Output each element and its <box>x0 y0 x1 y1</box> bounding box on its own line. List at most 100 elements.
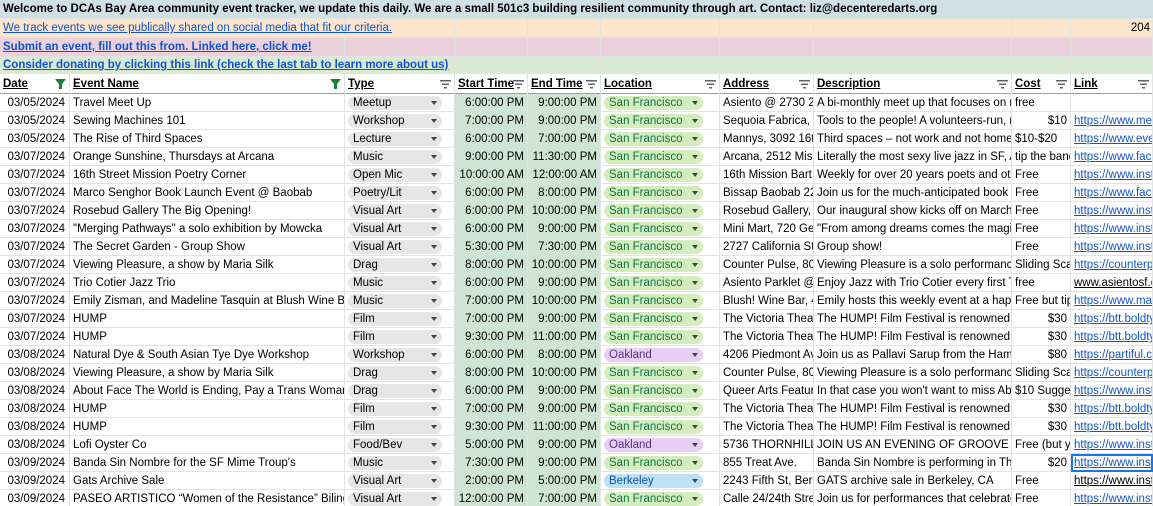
header-cost[interactable]: Cost <box>1012 74 1071 94</box>
event-link[interactable]: https://www.instagram.com <box>1074 241 1152 253</box>
cell-type[interactable]: Drag <box>345 256 455 274</box>
type-dropdown-chip[interactable]: Food/Bev <box>348 438 442 452</box>
chevron-down-icon[interactable] <box>431 299 437 303</box>
location-dropdown-chip[interactable]: San Francisco <box>604 150 703 164</box>
chevron-down-icon[interactable] <box>692 245 698 249</box>
cell-type[interactable]: Food/Bev <box>345 436 455 454</box>
cell-location[interactable]: San Francisco <box>601 454 720 472</box>
location-dropdown-chip[interactable]: San Francisco <box>604 420 703 434</box>
location-dropdown-chip[interactable]: San Francisco <box>604 384 703 398</box>
event-link[interactable]: https://www.facebook.com <box>1074 187 1152 199</box>
type-dropdown-chip[interactable]: Workshop <box>348 114 442 128</box>
type-dropdown-chip[interactable]: Drag <box>348 366 442 380</box>
cell-location[interactable]: San Francisco <box>601 220 720 238</box>
filter-icon[interactable] <box>1138 79 1149 89</box>
chevron-down-icon[interactable] <box>692 371 698 375</box>
type-dropdown-chip[interactable]: Visual Art <box>348 240 442 254</box>
type-dropdown-chip[interactable]: Lecture <box>348 132 442 146</box>
header-location[interactable]: Location <box>601 74 720 94</box>
type-dropdown-chip[interactable]: Open Mic <box>348 168 442 182</box>
event-link[interactable]: https://www.instagram.com <box>1074 475 1152 487</box>
cell-type[interactable]: Visual Art <box>345 220 455 238</box>
chevron-down-icon[interactable] <box>692 317 698 321</box>
chevron-down-icon[interactable] <box>431 479 437 483</box>
event-link[interactable]: https://btt.boldtype.com <box>1074 331 1152 343</box>
cell-link[interactable]: https://www.instagram.com <box>1071 490 1153 506</box>
event-link[interactable]: https://btt.boldtype.com <box>1074 313 1152 325</box>
type-dropdown-chip[interactable]: Drag <box>348 258 442 272</box>
chevron-down-icon[interactable] <box>431 317 437 321</box>
type-dropdown-chip[interactable]: Drag <box>348 384 442 398</box>
cell-location[interactable]: Oakland <box>601 436 720 454</box>
chevron-down-icon[interactable] <box>431 407 437 411</box>
event-link[interactable]: https://partiful.com <box>1074 349 1152 361</box>
cell-link[interactable]: https://www.instagram.com <box>1071 436 1153 454</box>
header-end-time[interactable]: End Time <box>528 74 601 94</box>
cell-location[interactable]: San Francisco <box>601 274 720 292</box>
location-dropdown-chip[interactable]: Oakland <box>604 348 703 362</box>
type-dropdown-chip[interactable]: Visual Art <box>348 474 442 488</box>
cell-location[interactable]: San Francisco <box>601 418 720 436</box>
cell-type[interactable]: Music <box>345 148 455 166</box>
cell-location[interactable]: Oakland <box>601 346 720 364</box>
chevron-down-icon[interactable] <box>431 461 437 465</box>
cell-type[interactable]: Film <box>345 418 455 436</box>
chevron-down-icon[interactable] <box>692 101 698 105</box>
type-dropdown-chip[interactable]: Film <box>348 420 442 434</box>
event-link[interactable]: https://www.instagram.com <box>1074 385 1152 397</box>
chevron-down-icon[interactable] <box>692 137 698 141</box>
location-dropdown-chip[interactable]: San Francisco <box>604 492 703 506</box>
cell-type[interactable]: Meetup <box>345 94 455 112</box>
location-dropdown-chip[interactable]: Oakland <box>604 438 703 452</box>
header-start-time[interactable]: Start Time <box>455 74 528 94</box>
cell-location[interactable]: San Francisco <box>601 94 720 112</box>
event-link[interactable]: https://www.facebook.com <box>1074 151 1152 163</box>
cell-link[interactable]: https://www.meetup.com <box>1071 112 1153 130</box>
type-dropdown-chip[interactable]: Music <box>348 150 442 164</box>
chevron-down-icon[interactable] <box>692 497 698 501</box>
cell-type[interactable]: Visual Art <box>345 238 455 256</box>
cell-link[interactable]: https://www.instagram.com <box>1071 202 1153 220</box>
chevron-down-icon[interactable] <box>431 371 437 375</box>
cell-link[interactable]: https://btt.boldtype.com <box>1071 310 1153 328</box>
location-dropdown-chip[interactable]: San Francisco <box>604 114 703 128</box>
cell-type[interactable]: Workshop <box>345 346 455 364</box>
chevron-down-icon[interactable] <box>692 155 698 159</box>
chevron-down-icon[interactable] <box>431 101 437 105</box>
chevron-down-icon[interactable] <box>431 119 437 123</box>
chevron-down-icon[interactable] <box>431 191 437 195</box>
type-dropdown-chip[interactable]: Music <box>348 294 442 308</box>
location-dropdown-chip[interactable]: San Francisco <box>604 132 703 146</box>
chevron-down-icon[interactable] <box>692 299 698 303</box>
location-dropdown-chip[interactable]: San Francisco <box>604 402 703 416</box>
cell-link[interactable]: https://www.instagram.com <box>1071 166 1153 184</box>
event-link[interactable]: https://www.instagram.com <box>1074 205 1152 217</box>
chevron-down-icon[interactable] <box>692 443 698 447</box>
event-link[interactable]: https://counterpulse.org <box>1074 259 1152 271</box>
filter-icon[interactable] <box>1056 79 1067 89</box>
cell-location[interactable]: San Francisco <box>601 364 720 382</box>
chevron-down-icon[interactable] <box>431 173 437 177</box>
cell-type[interactable]: Music <box>345 292 455 310</box>
event-link[interactable]: https://www.instagram.com <box>1074 169 1152 181</box>
type-dropdown-chip[interactable]: Film <box>348 312 442 326</box>
donate-link[interactable]: Consider donating by clicking this link … <box>3 57 448 74</box>
event-link[interactable]: https://www.instagram.com <box>1074 223 1152 235</box>
chevron-down-icon[interactable] <box>431 335 437 339</box>
chevron-down-icon[interactable] <box>692 335 698 339</box>
cell-location[interactable]: San Francisco <box>601 166 720 184</box>
chevron-down-icon[interactable] <box>431 281 437 285</box>
chevron-down-icon[interactable] <box>692 479 698 483</box>
type-dropdown-chip[interactable]: Visual Art <box>348 204 442 218</box>
cell-link[interactable]: https://www.macla.org <box>1071 292 1153 310</box>
chevron-down-icon[interactable] <box>431 209 437 213</box>
chevron-down-icon[interactable] <box>431 137 437 141</box>
cell-location[interactable]: San Francisco <box>601 256 720 274</box>
cell-link[interactable]: https://counterpulse.org <box>1071 256 1153 274</box>
type-dropdown-chip[interactable]: Meetup <box>348 96 442 110</box>
location-dropdown-chip[interactable]: San Francisco <box>604 204 703 218</box>
chevron-down-icon[interactable] <box>431 227 437 231</box>
cell-type[interactable]: Music <box>345 454 455 472</box>
cell-location[interactable]: San Francisco <box>601 202 720 220</box>
cell-type[interactable]: Visual Art <box>345 472 455 490</box>
